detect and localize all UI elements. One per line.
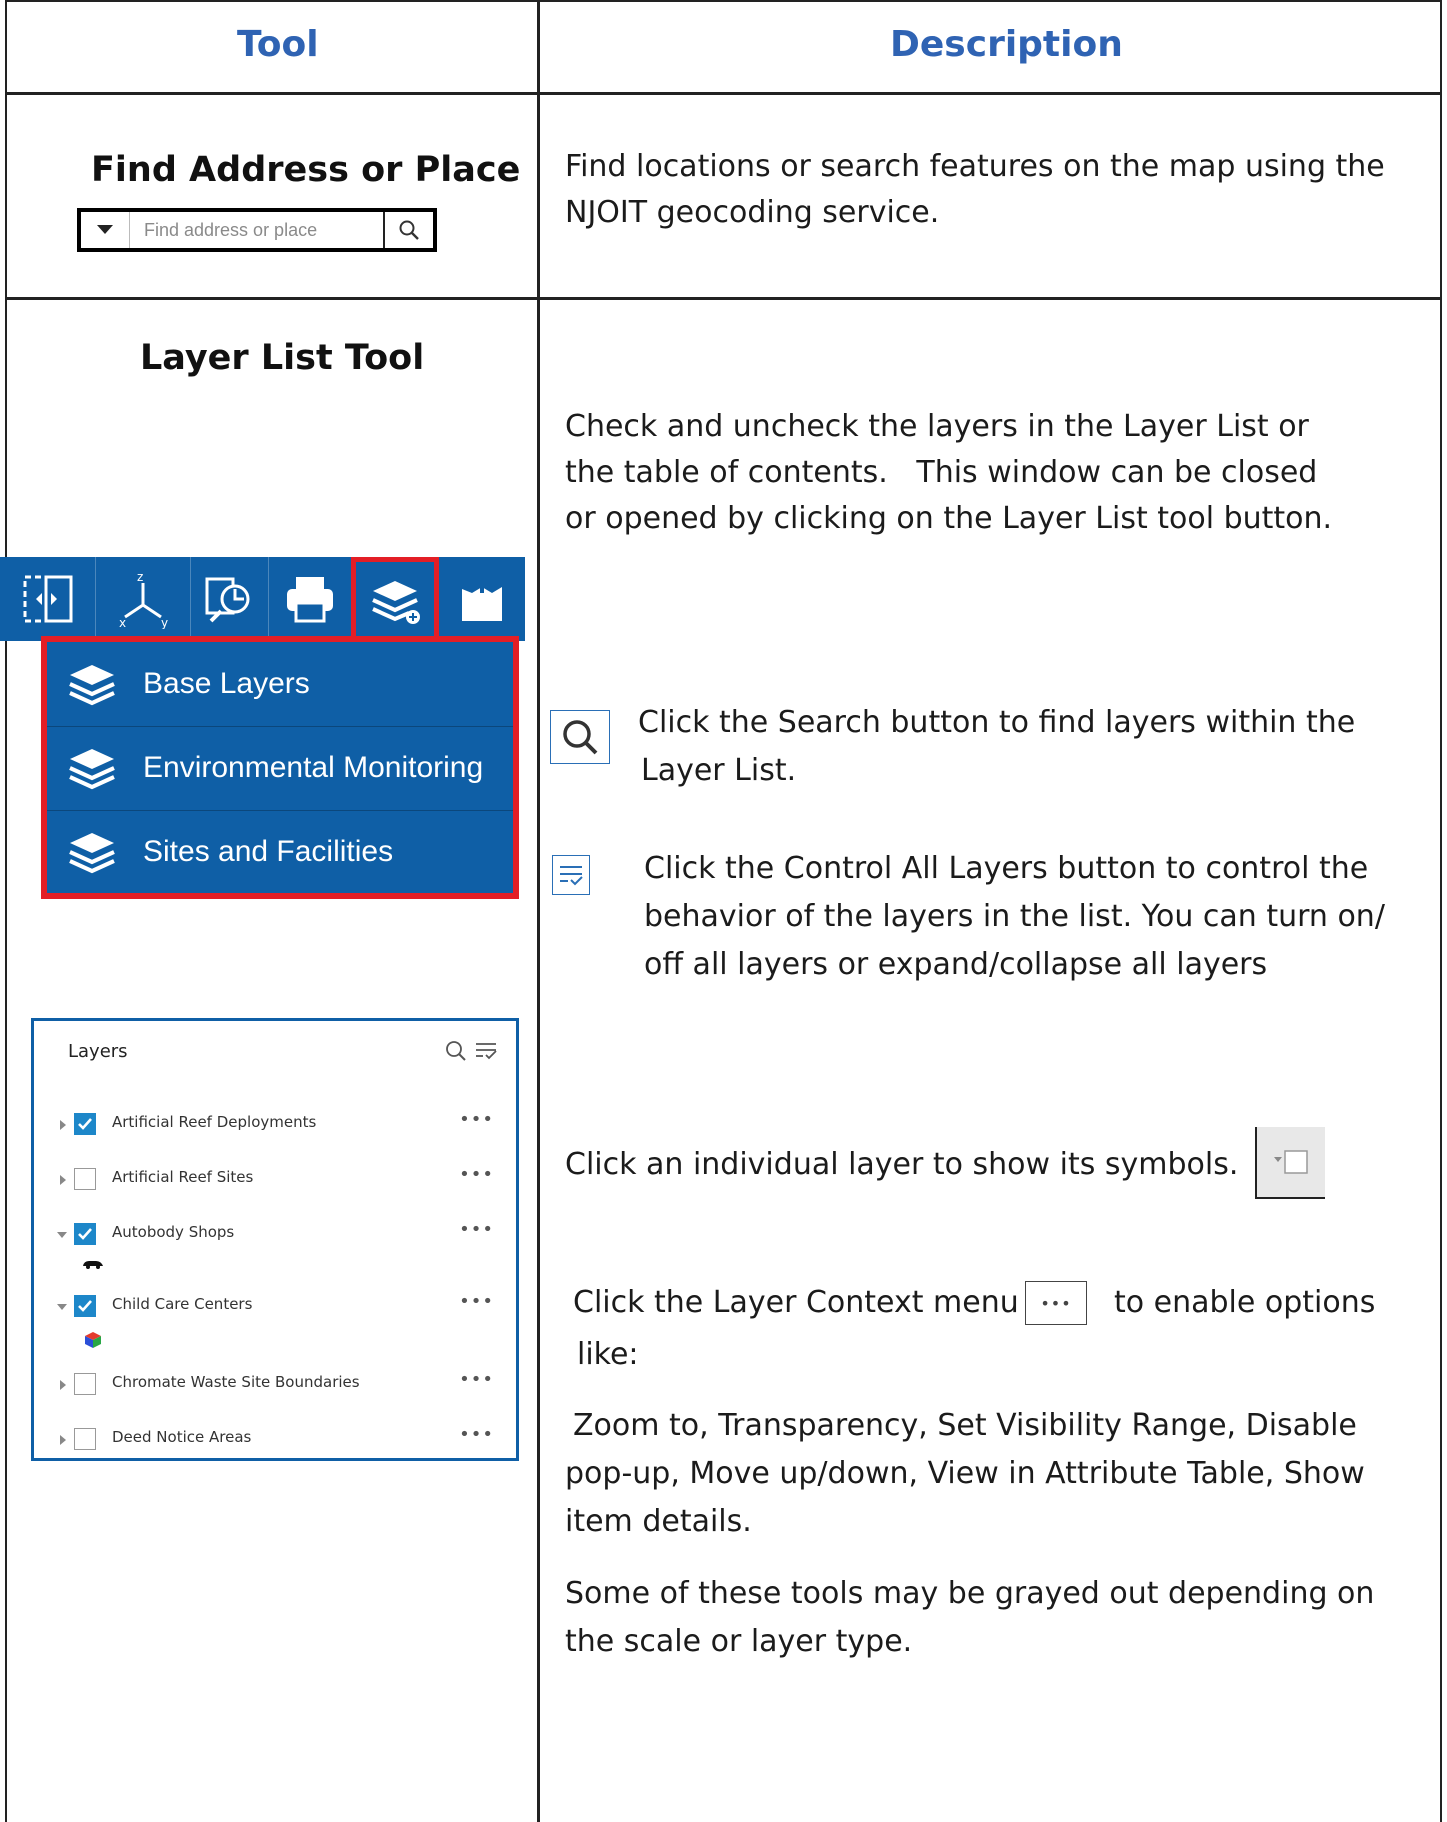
control-all-layers-icon[interactable] xyxy=(474,1039,498,1063)
options-text-line2: pop-up, Move up/down, View in Attribute … xyxy=(565,1456,1365,1491)
svg-text:x: x xyxy=(119,616,126,629)
layer-checkbox[interactable] xyxy=(74,1223,96,1245)
table-header-divider xyxy=(5,92,1442,95)
control-all-layers-icon xyxy=(552,855,590,895)
layer-group-menu: Base Layers Environmental Monitoring Sit… xyxy=(41,636,519,899)
find-address-input[interactable]: Find address or place xyxy=(130,212,383,248)
layer-name: Artificial Reef Deployments xyxy=(112,1113,317,1131)
print-icon[interactable] xyxy=(268,557,352,641)
context-text-a: Click the Layer Context menu xyxy=(573,1285,1019,1320)
layer-name: Child Care Centers xyxy=(112,1295,253,1313)
layer-row[interactable]: Chromate Waste Site Boundaries ••• xyxy=(34,1367,516,1407)
find-address-widget: Find address or place xyxy=(77,208,437,252)
options-text-line1: Zoom to, Transparency, Set Visibility Ra… xyxy=(573,1408,1357,1443)
expand-icon[interactable] xyxy=(59,1174,67,1186)
car-symbol-icon xyxy=(83,1261,103,1269)
svg-text:y: y xyxy=(161,616,168,629)
layer-list-intro-line1: Check and uncheck the layers in the Laye… xyxy=(565,409,1309,444)
layer-name: Deed Notice Areas xyxy=(112,1428,252,1446)
layer-name: Chromate Waste Site Boundaries xyxy=(112,1373,360,1391)
layer-list-tool-button[interactable] xyxy=(351,557,439,641)
layer-context-menu-icon[interactable]: ••• xyxy=(459,1424,494,1445)
menu-item-sites-and-facilities[interactable]: Sites and Facilities xyxy=(47,810,513,894)
search-text-line1: Click the Search button to find layers w… xyxy=(638,705,1356,740)
collapse-icon[interactable] xyxy=(56,1303,68,1311)
context-menu-sample: ••• xyxy=(1025,1281,1087,1325)
layer-checkbox[interactable] xyxy=(74,1373,96,1395)
table-row-divider xyxy=(5,297,1442,300)
search-text-line2: Layer List. xyxy=(641,753,797,788)
find-address-description: Find locations or search features on the… xyxy=(565,149,1385,230)
expand-icon[interactable] xyxy=(59,1434,67,1446)
layer-context-menu-icon[interactable]: ••• xyxy=(459,1369,494,1390)
layer-checkbox[interactable] xyxy=(74,1428,96,1450)
collapse-icon[interactable] xyxy=(56,1231,68,1239)
layers-icon xyxy=(63,743,121,793)
chevron-down-icon[interactable] xyxy=(81,212,130,248)
search-icon[interactable] xyxy=(444,1039,468,1063)
menu-item-label: Environmental Monitoring xyxy=(143,751,484,784)
coordinates-tool-icon[interactable]: z x y xyxy=(95,557,191,641)
map-toolbar: z x y xyxy=(0,557,525,641)
layer-context-menu-icon[interactable]: ••• xyxy=(459,1109,494,1130)
layer-name: Artificial Reef Sites xyxy=(112,1168,254,1186)
layer-row[interactable]: Child Care Centers ••• xyxy=(34,1289,516,1329)
expand-icon[interactable] xyxy=(59,1379,67,1391)
search-icon[interactable] xyxy=(383,212,433,248)
layer-context-menu-icon[interactable]: ••• xyxy=(459,1291,494,1312)
layer-list-intro-line3: or opened by clicking on the Layer List … xyxy=(565,501,1333,536)
find-address-title: Find Address or Place xyxy=(91,150,521,190)
layer-list-title: Layer List Tool xyxy=(140,338,425,378)
options-text-line3: item details. xyxy=(565,1504,752,1539)
layer-checkbox[interactable] xyxy=(74,1168,96,1190)
layers-icon xyxy=(63,827,121,877)
search-icon xyxy=(563,720,598,755)
query-tool-icon[interactable] xyxy=(190,557,269,641)
layer-checkbox[interactable] xyxy=(74,1295,96,1317)
layers-icon xyxy=(372,581,420,624)
table-border-top xyxy=(5,0,1442,2)
individual-layer-text: Click an individual layer to show its sy… xyxy=(565,1147,1239,1182)
expand-toggle-sample xyxy=(1255,1127,1325,1199)
add-data-icon[interactable] xyxy=(439,557,525,641)
table-border-left xyxy=(5,0,7,1822)
table-column-divider xyxy=(537,0,540,1822)
header-tool: Tool xyxy=(237,24,319,65)
cube-symbol-icon xyxy=(85,1332,101,1348)
layer-name: Autobody Shops xyxy=(112,1223,235,1241)
context-text-b: to enable options xyxy=(1114,1285,1376,1320)
menu-item-base-layers[interactable]: Base Layers xyxy=(47,642,513,727)
menu-item-label: Base Layers xyxy=(143,667,310,700)
layer-row[interactable]: Deed Notice Areas ••• xyxy=(34,1422,516,1462)
layer-row[interactable]: Artificial Reef Sites ••• xyxy=(34,1162,516,1202)
layer-context-menu-icon[interactable]: ••• xyxy=(459,1164,494,1185)
layer-context-menu-icon[interactable]: ••• xyxy=(459,1219,494,1240)
swipe-tool-icon[interactable] xyxy=(0,557,96,641)
layer-list-intro-line2: the table of contents. This window can b… xyxy=(565,455,1318,490)
table-border-right xyxy=(1440,0,1442,1822)
layers-icon xyxy=(63,659,121,709)
layer-row[interactable]: Artificial Reef Deployments ••• xyxy=(34,1107,516,1147)
expand-icon[interactable] xyxy=(59,1119,67,1131)
header-description: Description xyxy=(890,24,1123,65)
svg-text:z: z xyxy=(137,570,143,584)
control-text-line2: behavior of the layers in the list. You … xyxy=(644,899,1385,934)
search-button-sample xyxy=(550,710,610,764)
layers-panel-title: Layers xyxy=(68,1041,128,1062)
layer-row[interactable]: Autobody Shops ••• xyxy=(34,1217,516,1257)
control-text-line3: off all layers or expand/collapse all la… xyxy=(644,947,1268,982)
grayed-text-line1: Some of these tools may be grayed out de… xyxy=(565,1576,1375,1611)
control-text-line1: Click the Control All Layers button to c… xyxy=(644,851,1369,886)
menu-item-label: Sites and Facilities xyxy=(143,835,394,868)
layer-checkbox[interactable] xyxy=(74,1113,96,1135)
grayed-text-line2: the scale or layer type. xyxy=(565,1624,913,1659)
layers-panel: Layers Artificial Reef Deployments ••• A… xyxy=(31,1018,519,1461)
context-text-c: like: xyxy=(577,1337,639,1372)
menu-item-environmental-monitoring[interactable]: Environmental Monitoring xyxy=(47,726,513,811)
